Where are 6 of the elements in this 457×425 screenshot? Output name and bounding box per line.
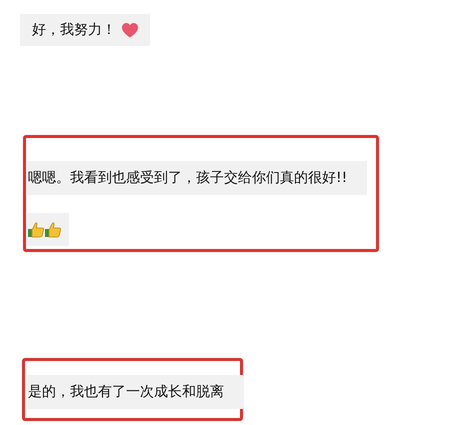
thumbs-up-icon: [45, 222, 61, 238]
message-text: 好，我努力！: [32, 21, 116, 39]
heart-icon: [122, 22, 138, 38]
thumbs-up-icon: [28, 222, 44, 238]
message-text: 是的，我也有了一次成长和脱离: [27, 375, 244, 409]
message-text: 嗯嗯。我看到也感受到了，孩子交给你们真的很好!!: [27, 161, 368, 195]
